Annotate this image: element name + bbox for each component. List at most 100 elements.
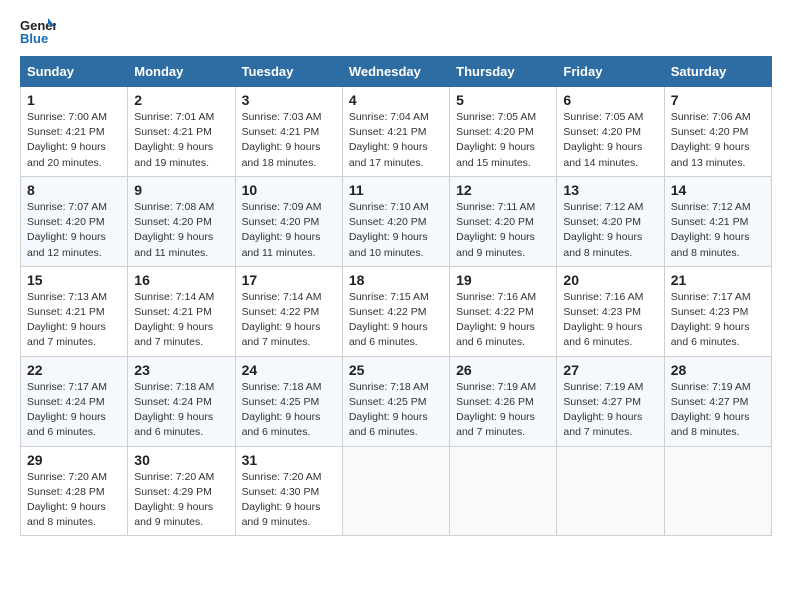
day-info: Sunrise: 7:18 AMSunset: 4:25 PMDaylight:… <box>349 380 443 441</box>
calendar-cell: 14 Sunrise: 7:12 AMSunset: 4:21 PMDayligh… <box>664 176 771 266</box>
calendar-cell: 21Sunrise: 7:17 AMSunset: 4:23 PMDayligh… <box>664 266 771 356</box>
day-number: 18 <box>349 272 443 288</box>
day-info: Sunrise: 7:19 AMSunset: 4:27 PMDaylight:… <box>563 380 657 441</box>
day-info: Sunrise: 7:17 AMSunset: 4:23 PMDaylight:… <box>671 290 765 351</box>
day-info: Sunrise: 7:20 AMSunset: 4:29 PMDaylight:… <box>134 470 228 531</box>
day-info: Sunrise: 7:18 AMSunset: 4:24 PMDaylight:… <box>134 380 228 441</box>
calendar-cell: 8 Sunrise: 7:07 AMSunset: 4:20 PMDaylight… <box>21 176 128 266</box>
day-number: 9 <box>134 182 228 198</box>
day-number: 6 <box>563 92 657 108</box>
calendar-cell: 2 Sunrise: 7:01 AMSunset: 4:21 PMDaylight… <box>128 87 235 177</box>
week-row-5: 29 Sunrise: 7:20 AMSunset: 4:28 PMDayligh… <box>21 446 772 536</box>
week-row-4: 22 Sunrise: 7:17 AMSunset: 4:24 PMDayligh… <box>21 356 772 446</box>
day-info: Sunrise: 7:08 AMSunset: 4:20 PMDaylight:… <box>134 200 228 261</box>
day-number: 16 <box>134 272 228 288</box>
day-number: 8 <box>27 182 121 198</box>
day-info: Sunrise: 7:01 AMSunset: 4:21 PMDaylight:… <box>134 110 228 171</box>
day-number: 20 <box>563 272 657 288</box>
day-info: Sunrise: 7:12 AMSunset: 4:20 PMDaylight:… <box>563 200 657 261</box>
day-number: 15 <box>27 272 121 288</box>
calendar-cell: 27 Sunrise: 7:19 AMSunset: 4:27 PMDayligh… <box>557 356 664 446</box>
calendar-cell: 23 Sunrise: 7:18 AMSunset: 4:24 PMDayligh… <box>128 356 235 446</box>
day-info: Sunrise: 7:11 AMSunset: 4:20 PMDaylight:… <box>456 200 550 261</box>
day-number: 17 <box>242 272 336 288</box>
calendar-cell: 30 Sunrise: 7:20 AMSunset: 4:29 PMDayligh… <box>128 446 235 536</box>
calendar-table: SundayMondayTuesdayWednesdayThursdayFrid… <box>20 56 772 536</box>
day-number: 30 <box>134 452 228 468</box>
header-wednesday: Wednesday <box>342 57 449 87</box>
header-thursday: Thursday <box>450 57 557 87</box>
calendar-cell: 5 Sunrise: 7:05 AMSunset: 4:20 PMDaylight… <box>450 87 557 177</box>
calendar-cell: 28 Sunrise: 7:19 AMSunset: 4:27 PMDayligh… <box>664 356 771 446</box>
day-info: Sunrise: 7:03 AMSunset: 4:21 PMDaylight:… <box>242 110 336 171</box>
calendar-cell <box>342 446 449 536</box>
calendar-cell: 15 Sunrise: 7:13 AMSunset: 4:21 PMDayligh… <box>21 266 128 356</box>
day-number: 25 <box>349 362 443 378</box>
day-number: 22 <box>27 362 121 378</box>
day-info: Sunrise: 7:14 AMSunset: 4:22 PMDaylight:… <box>242 290 336 351</box>
day-info: Sunrise: 7:19 AMSunset: 4:26 PMDaylight:… <box>456 380 550 441</box>
day-info: Sunrise: 7:00 AMSunset: 4:21 PMDaylight:… <box>27 110 121 171</box>
day-info: Sunrise: 7:19 AMSunset: 4:27 PMDaylight:… <box>671 380 765 441</box>
calendar-cell: 10 Sunrise: 7:09 AMSunset: 4:20 PMDayligh… <box>235 176 342 266</box>
day-info: Sunrise: 7:09 AMSunset: 4:20 PMDaylight:… <box>242 200 336 261</box>
day-number: 10 <box>242 182 336 198</box>
header-friday: Friday <box>557 57 664 87</box>
header-row: SundayMondayTuesdayWednesdayThursdayFrid… <box>21 57 772 87</box>
calendar-cell: 22 Sunrise: 7:17 AMSunset: 4:24 PMDayligh… <box>21 356 128 446</box>
logo: General Blue <box>20 16 56 46</box>
day-number: 13 <box>563 182 657 198</box>
day-info: Sunrise: 7:10 AMSunset: 4:20 PMDaylight:… <box>349 200 443 261</box>
svg-text:Blue: Blue <box>20 31 48 46</box>
day-info: Sunrise: 7:05 AMSunset: 4:20 PMDaylight:… <box>456 110 550 171</box>
day-info: Sunrise: 7:13 AMSunset: 4:21 PMDaylight:… <box>27 290 121 351</box>
day-info: Sunrise: 7:20 AMSunset: 4:30 PMDaylight:… <box>242 470 336 531</box>
calendar-cell: 1Sunrise: 7:00 AMSunset: 4:21 PMDaylight… <box>21 87 128 177</box>
day-number: 2 <box>134 92 228 108</box>
calendar-cell: 18Sunrise: 7:15 AMSunset: 4:22 PMDayligh… <box>342 266 449 356</box>
day-number: 14 <box>671 182 765 198</box>
day-info: Sunrise: 7:17 AMSunset: 4:24 PMDaylight:… <box>27 380 121 441</box>
calendar-cell: 7 Sunrise: 7:06 AMSunset: 4:20 PMDaylight… <box>664 87 771 177</box>
calendar-cell: 25 Sunrise: 7:18 AMSunset: 4:25 PMDayligh… <box>342 356 449 446</box>
day-number: 28 <box>671 362 765 378</box>
day-number: 29 <box>27 452 121 468</box>
day-info: Sunrise: 7:20 AMSunset: 4:28 PMDaylight:… <box>27 470 121 531</box>
calendar-cell: 4 Sunrise: 7:04 AMSunset: 4:21 PMDaylight… <box>342 87 449 177</box>
day-info: Sunrise: 7:05 AMSunset: 4:20 PMDaylight:… <box>563 110 657 171</box>
day-number: 23 <box>134 362 228 378</box>
day-number: 7 <box>671 92 765 108</box>
calendar-cell: 24Sunrise: 7:18 AMSunset: 4:25 PMDayligh… <box>235 356 342 446</box>
header-tuesday: Tuesday <box>235 57 342 87</box>
day-info: Sunrise: 7:16 AMSunset: 4:23 PMDaylight:… <box>563 290 657 351</box>
calendar-cell: 26 Sunrise: 7:19 AMSunset: 4:26 PMDayligh… <box>450 356 557 446</box>
day-info: Sunrise: 7:14 AMSunset: 4:21 PMDaylight:… <box>134 290 228 351</box>
day-number: 27 <box>563 362 657 378</box>
calendar-cell: 9 Sunrise: 7:08 AMSunset: 4:20 PMDaylight… <box>128 176 235 266</box>
calendar-cell: 12 Sunrise: 7:11 AMSunset: 4:20 PMDayligh… <box>450 176 557 266</box>
day-number: 31 <box>242 452 336 468</box>
day-number: 26 <box>456 362 550 378</box>
calendar-cell: 3 Sunrise: 7:03 AMSunset: 4:21 PMDaylight… <box>235 87 342 177</box>
day-number: 11 <box>349 182 443 198</box>
calendar-cell: 6 Sunrise: 7:05 AMSunset: 4:20 PMDaylight… <box>557 87 664 177</box>
day-info: Sunrise: 7:07 AMSunset: 4:20 PMDaylight:… <box>27 200 121 261</box>
day-info: Sunrise: 7:12 AMSunset: 4:21 PMDaylight:… <box>671 200 765 261</box>
day-number: 24 <box>242 362 336 378</box>
day-number: 4 <box>349 92 443 108</box>
logo-icon: General Blue <box>20 16 56 46</box>
week-row-2: 8 Sunrise: 7:07 AMSunset: 4:20 PMDaylight… <box>21 176 772 266</box>
calendar-cell: 11 Sunrise: 7:10 AMSunset: 4:20 PMDayligh… <box>342 176 449 266</box>
day-number: 19 <box>456 272 550 288</box>
day-number: 5 <box>456 92 550 108</box>
week-row-3: 15 Sunrise: 7:13 AMSunset: 4:21 PMDayligh… <box>21 266 772 356</box>
header-monday: Monday <box>128 57 235 87</box>
calendar-cell <box>557 446 664 536</box>
day-number: 12 <box>456 182 550 198</box>
day-info: Sunrise: 7:06 AMSunset: 4:20 PMDaylight:… <box>671 110 765 171</box>
calendar-cell <box>664 446 771 536</box>
calendar-cell <box>450 446 557 536</box>
day-number: 3 <box>242 92 336 108</box>
week-row-1: 1Sunrise: 7:00 AMSunset: 4:21 PMDaylight… <box>21 87 772 177</box>
day-info: Sunrise: 7:04 AMSunset: 4:21 PMDaylight:… <box>349 110 443 171</box>
